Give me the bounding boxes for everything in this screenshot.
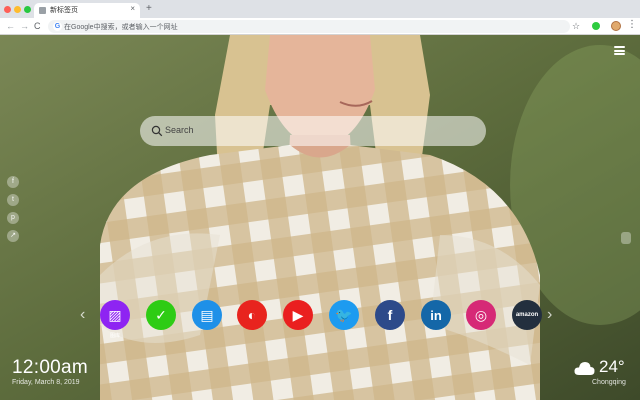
new-tab-button[interactable]: + — [146, 3, 152, 15]
extension-icon[interactable] — [592, 22, 600, 30]
new-tab-page: Search f t p ↗ ‹ › ▨ 图库 ✓ ▤ ◐ ▶ 🐦 f in ◎ amazon 12… — [0, 35, 640, 400]
cloud-icon — [574, 362, 595, 375]
todo-app-icon[interactable]: ✓ — [146, 300, 176, 330]
games-glyph: ◐ — [247, 307, 257, 323]
tab-close-icon[interactable]: × — [130, 4, 135, 13]
background-photo — [0, 35, 640, 400]
apps-prev-arrow-icon[interactable]: ‹ — [80, 307, 85, 323]
clock: 12:00am — [12, 357, 89, 378]
linkedin-app-icon[interactable]: in — [421, 300, 451, 330]
instagram-glyph: ◎ — [474, 306, 488, 323]
tab-strip: 新标签页 × + — [0, 0, 640, 18]
temperature: 24° — [599, 357, 625, 376]
instagram-app-icon[interactable]: ◎ — [466, 300, 496, 330]
twitter-app-icon[interactable]: 🐦 — [329, 300, 359, 330]
notes-glyph: ▤ — [200, 306, 214, 323]
twitter-icon[interactable]: t — [7, 194, 19, 206]
search-bar[interactable]: Search — [140, 116, 486, 146]
facebook-app-icon[interactable]: f — [375, 300, 405, 330]
facebook-glyph: f — [387, 307, 393, 323]
todo-glyph: ✓ — [155, 306, 167, 323]
apps-next-arrow-icon[interactable]: › — [547, 307, 552, 323]
browser-menu-icon[interactable]: ⋮ — [627, 19, 637, 31]
menu-icon[interactable] — [614, 46, 625, 55]
browser-toolbar: ← → C G 在Google中搜索，或者输入一个网址 ☆ ⋮ — [0, 18, 640, 35]
window-maximize-button[interactable] — [24, 6, 31, 13]
amazon-glyph: amazon — [515, 312, 539, 318]
date: Friday, March 8, 2019 — [12, 379, 80, 386]
window-minimize-button[interactable] — [14, 6, 21, 13]
linkedin-glyph: in — [430, 307, 442, 323]
search-icon — [151, 125, 163, 137]
window-close-button[interactable] — [4, 6, 11, 13]
share-icon[interactable]: ↗ — [7, 230, 19, 242]
notes-app-icon[interactable]: ▤ — [192, 300, 222, 330]
facebook-icon[interactable]: f — [7, 176, 19, 188]
profile-avatar[interactable] — [611, 21, 621, 31]
address-bar[interactable]: G 在Google中搜索，或者输入一个网址 — [48, 20, 570, 33]
forward-button[interactable]: → — [20, 20, 29, 32]
google-icon: G — [53, 22, 62, 31]
games-app-icon[interactable]: ◐ — [237, 300, 267, 330]
pinterest-icon[interactable]: p — [7, 212, 19, 224]
bookmark-star-icon[interactable]: ☆ — [572, 20, 580, 32]
youtube-app-icon[interactable]: ▶ — [283, 300, 313, 330]
wallpaper-app-icon[interactable]: ▨ — [100, 300, 130, 330]
wallpaper-app-label: 图库 — [109, 333, 120, 339]
search-placeholder: Search — [165, 125, 194, 135]
browser-tab[interactable]: 新标签页 × — [34, 3, 140, 18]
weather-city: Chongqing — [592, 379, 626, 386]
reload-button[interactable]: C — [34, 20, 41, 32]
amazon-app-icon[interactable]: amazon — [512, 300, 542, 330]
tab-title: 新标签页 — [50, 7, 78, 14]
youtube-glyph: ▶ — [292, 306, 304, 323]
wallpaper-glyph: ▨ — [108, 306, 122, 323]
twitter-glyph: 🐦 — [335, 306, 353, 323]
tab-favicon-icon — [39, 7, 46, 14]
address-bar-placeholder: 在Google中搜索，或者输入一个网址 — [64, 24, 178, 31]
back-button[interactable]: ← — [6, 20, 15, 32]
side-panel-icon[interactable] — [621, 232, 631, 244]
